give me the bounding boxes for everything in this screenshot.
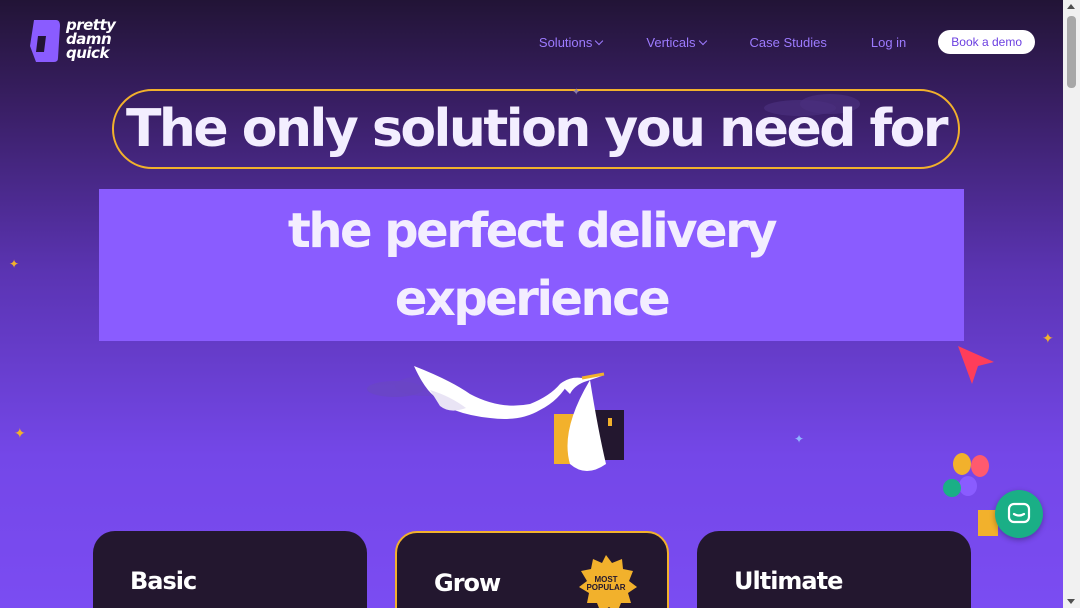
logo-line-3: quick [66,44,109,62]
pricing-card-title: Ultimate [734,567,843,595]
hero-headline: The only solution you need for [125,99,949,159]
sparkle-icon: ✦ [9,257,20,271]
chevron-down-icon [698,36,707,45]
main-nav: Solutions Verticals Case Studies Log in … [495,30,1035,54]
nav-log-in-label: Log in [870,34,907,50]
scrollbar-thumb[interactable] [1067,16,1076,88]
pricing-card-grow[interactable]: Grow MOST POPULAR [395,531,669,608]
sparkle-icon: ✦ [572,87,581,98]
chat-bubble-icon [1007,502,1031,524]
balloons-illustration [943,453,998,536]
hero-highlight-line-2: experience [394,271,671,327]
hero-highlight-line-1: the perfect delivery [287,203,778,259]
nav-case-studies-label: Case Studies [749,34,827,50]
hero-headline-pill: The only solution you need for [112,89,960,169]
page-scrollbar[interactable] [1063,0,1080,608]
page: pretty damn quick Solutions Verticals Ca… [0,0,1063,608]
chevron-down-icon [595,36,604,45]
cursor-arrow-icon [958,346,994,384]
pricing-card-ultimate[interactable]: Ultimate [697,531,971,608]
sparkle-icon: ✦ [1042,331,1054,347]
sparkle-icon: ✦ [794,432,805,446]
logo-mark-icon [30,20,60,62]
sparkle-icon: ✦ [14,426,26,442]
pricing-card-basic[interactable]: Basic [93,531,367,608]
nav-log-in[interactable]: Log in [871,35,906,50]
scroll-down-arrow-icon[interactable] [1067,599,1075,604]
nav-case-studies[interactable]: Case Studies [750,35,827,50]
nav-solutions[interactable]: Solutions [538,34,604,50]
book-demo-button[interactable]: Book a demo [938,30,1035,54]
most-popular-badge: MOST POPULAR [575,555,637,608]
chat-launcher-button[interactable] [995,490,1043,538]
nav-solutions-label: Solutions [538,34,593,50]
pricing-card-title: Basic [130,567,197,595]
badge-line-2: POPULAR [586,583,626,592]
nav-verticals[interactable]: Verticals [646,34,707,50]
hero-highlight-box: the perfect delivery experience [99,189,964,341]
brand-logo[interactable]: pretty damn quick [28,18,116,64]
logo-wordmark: pretty damn quick [66,18,116,62]
nav-verticals-label: Verticals [646,34,696,50]
stork-illustration [414,366,624,471]
pricing-card-title: Grow [434,569,501,597]
scroll-up-arrow-icon[interactable] [1067,4,1075,9]
